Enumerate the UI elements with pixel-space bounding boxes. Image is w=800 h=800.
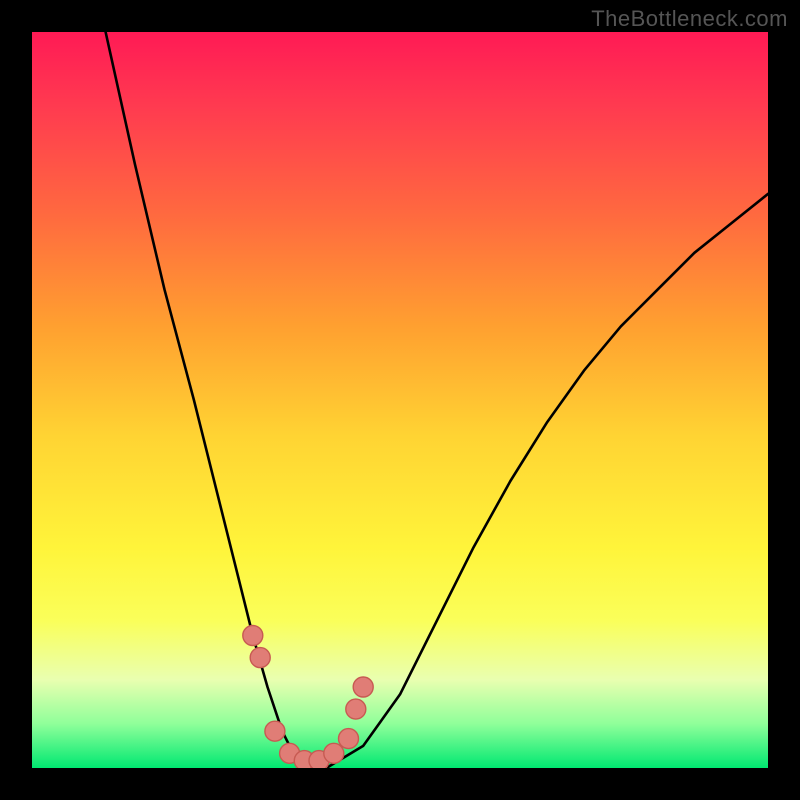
curve-marker	[280, 743, 300, 763]
curve-layer	[106, 32, 768, 768]
curve-marker	[339, 729, 359, 749]
curve-marker	[294, 751, 314, 768]
curve-marker	[309, 751, 329, 768]
curve-marker	[324, 743, 344, 763]
curve-marker	[243, 626, 263, 646]
curve-marker	[353, 677, 373, 697]
chart-svg	[32, 32, 768, 768]
chart-frame: TheBottleneck.com	[0, 0, 800, 800]
curve-marker	[346, 699, 366, 719]
curve-marker	[250, 648, 270, 668]
marker-layer	[243, 626, 373, 769]
bottleneck-curve	[106, 32, 768, 768]
plot-area	[32, 32, 768, 768]
watermark-text: TheBottleneck.com	[591, 6, 788, 32]
curve-marker	[265, 721, 285, 741]
